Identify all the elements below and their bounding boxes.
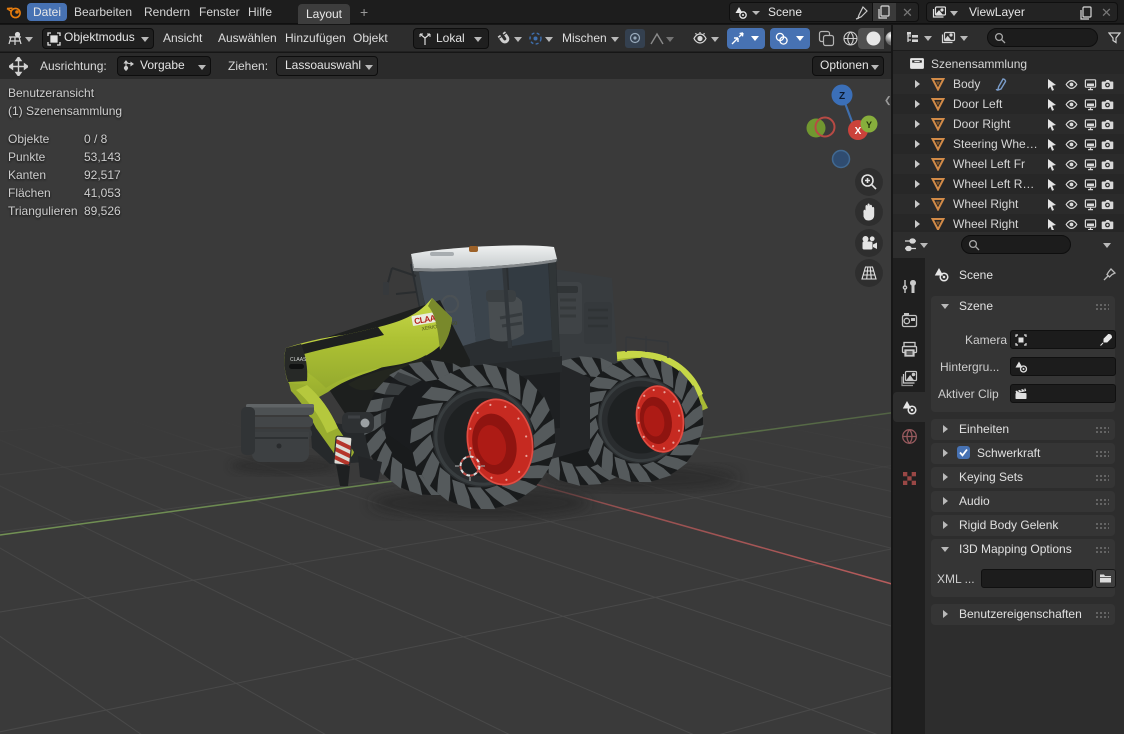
svg-text:Z: Z bbox=[839, 91, 845, 102]
svg-text:❮: ❮ bbox=[884, 95, 891, 106]
svg-text:Y: Y bbox=[866, 120, 872, 130]
svg-text:X: X bbox=[855, 126, 862, 137]
svg-text:CLAAS: CLAAS bbox=[290, 357, 307, 363]
